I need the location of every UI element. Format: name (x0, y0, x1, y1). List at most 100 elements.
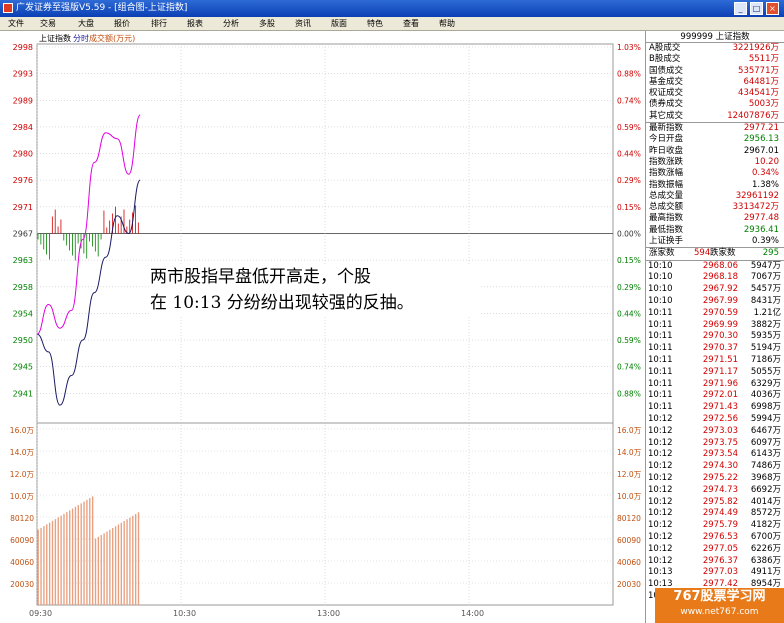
stats-row: 昨日收盘 2967.01 (646, 146, 784, 157)
menu-market[interactable]: 大盘 (78, 18, 94, 29)
volume-bar (132, 515, 134, 605)
tick-row[interactable]: 10:11 2972.01 4036万 (646, 390, 784, 402)
tick-row[interactable]: 10:12 2973.03 6467万 (646, 426, 784, 438)
tick-time: 10:12 (648, 437, 673, 448)
tick-row[interactable]: 10:10 2967.99 8431万 (646, 296, 784, 308)
tick-price: 2967.92 (702, 284, 738, 295)
tick-row[interactable]: 10:12 2975.79 4182万 (646, 520, 784, 532)
tick-list[interactable]: 10:10 2968.06 5947万 10:10 2968.18 7067万 10:10 2… (646, 261, 784, 603)
tick-amount: 7067万 (750, 272, 781, 283)
tick-row[interactable]: 10:12 2974.73 6692万 (646, 485, 784, 497)
tick-amount: 1.21亿 (753, 307, 781, 318)
annotation-caption: 两市股指早盘低开高走，个股 在 10:13 分纷纷出现较强的反抽。 (150, 264, 480, 316)
pct-tick-label: 0.44% (617, 309, 641, 318)
tick-row[interactable]: 10:12 2972.56 5994万 (646, 414, 784, 426)
tick-price: 2971.17 (702, 366, 738, 377)
volume-tick-label: 20030 (10, 580, 34, 589)
pct-tick-label: 0.15% (617, 256, 641, 265)
menu-view[interactable]: 查看 (403, 18, 419, 29)
pct-tick-label: 0.74% (617, 96, 641, 105)
tick-price: 2968.06 (702, 260, 738, 271)
turnover-value: 535771万 (738, 65, 779, 76)
tick-row[interactable]: 10:11 2970.59 1.21亿 (646, 308, 784, 320)
tick-row[interactable]: 10:13 2977.03 4911万 (646, 567, 784, 579)
advance-decline-row: 涨家数 594 跌家数 295 (646, 248, 784, 259)
tick-time: 10:12 (648, 449, 673, 460)
tick-row[interactable]: 10:12 2975.22 3968万 (646, 473, 784, 485)
tick-time: 10:12 (648, 543, 673, 554)
menu-rank[interactable]: 排行 (151, 18, 167, 29)
tick-row[interactable]: 10:12 2974.30 7486万 (646, 461, 784, 473)
tick-row[interactable]: 10:10 2967.92 5457万 (646, 284, 784, 296)
volume-bar (74, 506, 77, 605)
tick-price: 2974.49 (702, 508, 738, 519)
minimize-button[interactable]: _ (734, 2, 747, 15)
menu-info[interactable]: 资讯 (295, 18, 311, 29)
price-tick-label: 2950 (13, 336, 33, 345)
stats-row: 总成交量 32961192 (646, 191, 784, 202)
tick-row[interactable]: 10:11 2969.99 3882万 (646, 320, 784, 332)
tick-row[interactable]: 10:11 2971.17 5055万 (646, 367, 784, 379)
menu-report[interactable]: 报表 (187, 18, 203, 29)
tick-price: 2973.54 (702, 449, 738, 460)
volume-bar (40, 527, 42, 605)
menu-quote[interactable]: 报价 (114, 18, 130, 29)
volume-bar (80, 503, 82, 605)
watermark-line-2: www.net767.com (680, 607, 759, 617)
tick-row[interactable]: 10:10 2968.18 7067万 (646, 272, 784, 284)
volume-bar (137, 512, 140, 605)
stats-label: 昨日收盘 (649, 145, 684, 156)
price-tick-label: 2967 (13, 230, 33, 239)
tick-amount: 5994万 (750, 414, 781, 424)
tick-row[interactable]: 10:11 2970.30 5935万 (646, 331, 784, 343)
menu-help[interactable]: 帮助 (439, 18, 455, 29)
tick-price: 2971.51 (702, 355, 738, 366)
tick-price: 2977.05 (702, 543, 738, 554)
stats-row: 总成交额 3313472万 (646, 202, 784, 213)
tick-row[interactable]: 10:12 2973.54 6143万 (646, 449, 784, 461)
tick-amount: 6226万 (750, 543, 781, 554)
site-watermark: 767股票学习网 www.net767.com (655, 588, 784, 623)
tick-row[interactable]: 10:11 2971.43 6998万 (646, 402, 784, 414)
turnover-value: 434541万 (738, 88, 779, 99)
pct-tick-label: 0.59% (617, 123, 641, 132)
tick-row[interactable]: 10:12 2975.82 4014万 (646, 497, 784, 509)
menu-feature[interactable]: 特色 (367, 18, 383, 29)
turnover-value: 5511万 (748, 54, 779, 65)
turnover-row: 国债成交 535771万 (646, 66, 784, 77)
volume-tick-label: 12.0万 (617, 470, 642, 479)
tick-row[interactable]: 10:12 2976.37 6386万 (646, 556, 784, 568)
tick-row[interactable]: 10:12 2976.53 6700万 (646, 532, 784, 544)
menu-multi-stock[interactable]: 多股 (259, 18, 275, 29)
intraday-chart[interactable]: 2998 2993 2989 2984 2980 2976 2971 2967 2963 2958… (0, 31, 645, 623)
tick-amount: 7186万 (750, 355, 781, 366)
menu-layout[interactable]: 版面 (331, 18, 347, 29)
maximize-button[interactable]: □ (750, 2, 763, 15)
close-button[interactable]: × (766, 2, 779, 15)
turnover-value: 12407876万 (727, 110, 779, 121)
tick-row[interactable]: 10:12 2974.49 8572万 (646, 508, 784, 520)
menu-analysis[interactable]: 分析 (223, 18, 239, 29)
volume-tick-label: 14.0万 (10, 448, 35, 457)
tick-row[interactable]: 10:11 2971.96 6329万 (646, 379, 784, 391)
menu-file[interactable]: 文件 (8, 18, 24, 29)
price-tick-label: 2984 (13, 123, 33, 132)
tick-row[interactable]: 10:10 2968.06 5947万 (646, 261, 784, 273)
tick-row[interactable]: 10:11 2971.51 7186万 (646, 355, 784, 367)
caption-line-1: 两市股指早盘低开高走，个股 (150, 267, 371, 287)
menu-trade[interactable]: 交易 (40, 18, 56, 29)
tick-time: 10:10 (648, 260, 673, 271)
volume-bar (54, 519, 57, 605)
tick-price: 2971.43 (702, 402, 738, 413)
tick-time: 10:10 (648, 284, 673, 295)
stats-label: 指数涨跌 (649, 156, 684, 167)
time-tick-label: 13:00 (317, 609, 340, 618)
tick-row[interactable]: 10:12 2973.75 6097万 (646, 438, 784, 450)
title-bar: 广发证券至强版V5.59 - [组合图-上证指数] _ □ × (0, 0, 784, 17)
volume-bar (46, 524, 48, 605)
tick-time: 10:12 (648, 531, 673, 542)
tick-price: 2977.03 (702, 567, 738, 578)
tick-row[interactable]: 10:11 2970.37 5194万 (646, 343, 784, 355)
chart-area[interactable]: 2998 2993 2989 2984 2980 2976 2971 2967 2963 2958… (0, 31, 645, 623)
tick-row[interactable]: 10:12 2977.05 6226万 (646, 544, 784, 556)
